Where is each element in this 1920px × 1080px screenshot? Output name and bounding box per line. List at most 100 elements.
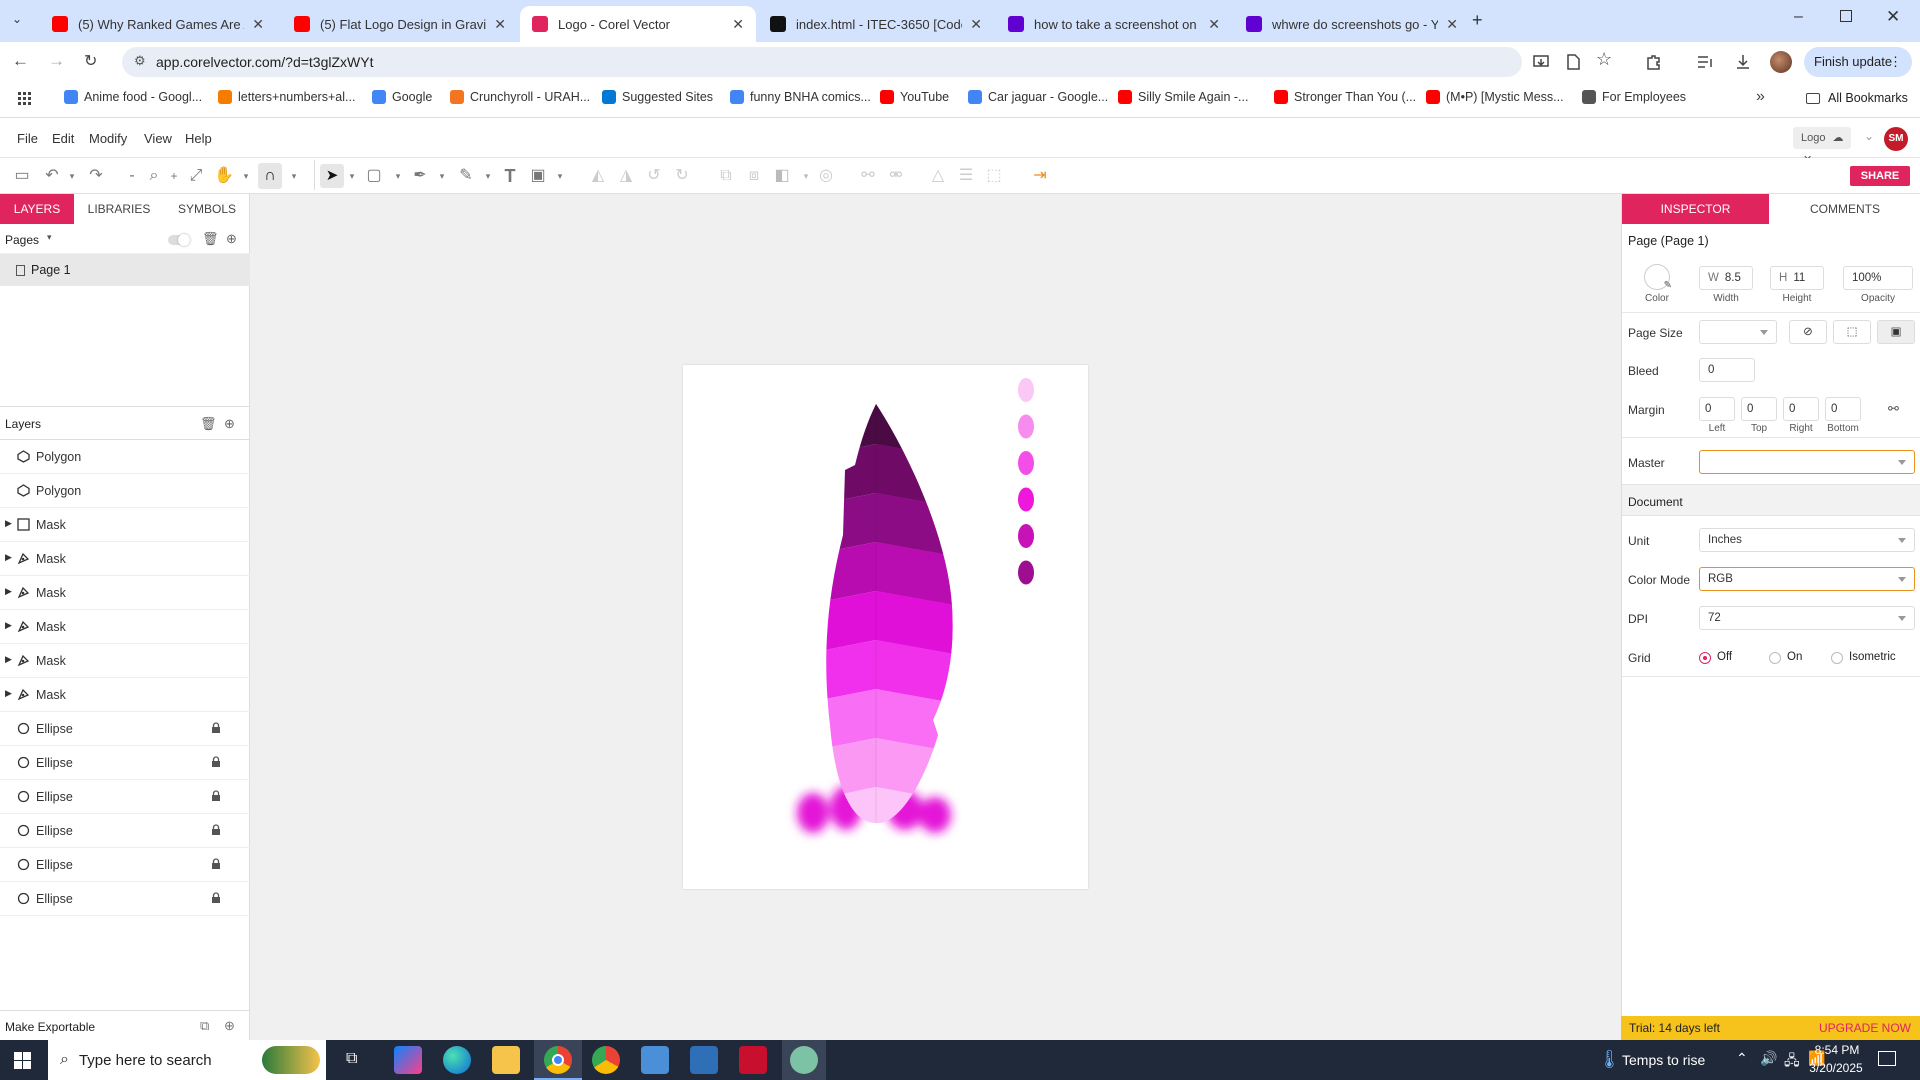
layer-row[interactable]: ▶ Mask (0, 576, 250, 610)
all-bookmarks-button[interactable]: All Bookmarks (1806, 91, 1908, 105)
eyedropper-icon[interactable]: ✎ (1664, 280, 1672, 291)
menu-view[interactable]: View (144, 131, 172, 146)
chrome-canary-icon[interactable] (592, 1046, 620, 1074)
more-menu-icon[interactable]: ⋮ (1889, 47, 1902, 77)
chrome-taskbar-button[interactable] (534, 1040, 582, 1080)
new-tab-icon[interactable]: + (1472, 10, 1483, 31)
rectangle-tool-icon[interactable]: ▢ (364, 166, 384, 186)
app-taskbar-button[interactable] (782, 1040, 826, 1080)
downloads-icon[interactable] (1734, 53, 1752, 71)
close-tab-icon[interactable]: ✕ (970, 16, 982, 33)
zoom-in-icon[interactable]: + (164, 166, 184, 186)
lock-icon[interactable] (210, 824, 222, 836)
zoom-out-icon[interactable]: - (122, 166, 142, 186)
unit-select[interactable]: Inches (1699, 528, 1915, 552)
canvas-area[interactable] (251, 194, 1621, 1040)
finish-update-button[interactable]: Finish update ⋮ (1804, 47, 1912, 77)
clock-time[interactable]: 8:54 PM (1808, 1043, 1866, 1057)
bookmark-item[interactable]: letters+numbers+al... (218, 90, 355, 104)
delete-layer-icon[interactable]: 🗑 (200, 416, 217, 432)
menu-help[interactable]: Help (185, 131, 212, 146)
restore-icon[interactable] (1840, 10, 1852, 22)
browser-tab[interactable]: (5) Flat Logo Design in Gravit D ✕ (282, 6, 518, 42)
image-dropdown-icon[interactable]: ▾ (550, 166, 570, 186)
gradient-dots[interactable] (1018, 378, 1034, 585)
menu-file[interactable]: File (17, 131, 38, 146)
pen-dropdown-icon[interactable]: ▾ (432, 166, 452, 186)
document-name-chip[interactable]: Logo ☁ ✕ (1793, 127, 1851, 166)
add-export-icon[interactable]: ⊕ (224, 1018, 235, 1034)
tab-layers[interactable]: LAYERS (0, 194, 74, 224)
lock-icon[interactable] (210, 892, 222, 904)
back-icon[interactable]: ← (12, 51, 29, 71)
browser-tab[interactable]: whwre do screenshots go - Yah ✕ (1234, 6, 1470, 42)
gradient-dot[interactable] (1018, 378, 1034, 402)
pages-dropdown-icon[interactable]: ▾ (47, 232, 52, 243)
layer-row[interactable]: ▶ Mask (0, 678, 250, 712)
layer-row[interactable]: ▶ Mask (0, 508, 250, 542)
minimize-icon[interactable]: – (1794, 8, 1803, 26)
width-field[interactable]: W 8.5 (1699, 266, 1753, 290)
unlink-icon[interactable]: ⚮ (886, 166, 906, 186)
share-button[interactable]: SHARE (1850, 166, 1910, 186)
bleed-field[interactable]: 0 (1699, 358, 1755, 382)
text-tool-icon[interactable]: T (500, 166, 520, 186)
hand-tool-icon[interactable]: ✋ (214, 166, 234, 186)
close-tab-icon[interactable]: ✕ (732, 16, 744, 33)
notepad-icon[interactable] (641, 1046, 669, 1074)
clock-date[interactable]: 3/20/2025 (1800, 1061, 1872, 1075)
install-app-icon[interactable] (1532, 53, 1550, 71)
artwork[interactable] (683, 365, 1088, 889)
margin-right-field[interactable]: 0 (1783, 397, 1819, 421)
lock-icon[interactable] (210, 790, 222, 802)
file-explorer-icon[interactable] (492, 1046, 520, 1074)
snap-dropdown-icon[interactable]: ▾ (284, 166, 304, 186)
bookmark-item[interactable]: Stronger Than You (... (1274, 90, 1416, 104)
site-info-icon[interactable]: ⚙ (134, 53, 146, 69)
undo-dropdown-icon[interactable]: ▾ (62, 166, 82, 186)
page-save-icon[interactable] (1564, 53, 1582, 71)
bookmark-item[interactable]: Suggested Sites (602, 90, 713, 104)
close-window-icon[interactable]: ✕ (1886, 7, 1900, 27)
bookmark-item[interactable]: YouTube (880, 90, 949, 104)
grid-on-radio[interactable] (1769, 652, 1781, 664)
bookmark-item[interactable]: Anime food - Googl... (64, 90, 202, 104)
margin-bottom-field[interactable]: 0 (1825, 397, 1861, 421)
pages-toggle[interactable] (168, 234, 190, 246)
bookmarks-overflow-icon[interactable]: » (1756, 88, 1765, 106)
boolean-icon[interactable]: ◎ (816, 166, 836, 186)
layer-row[interactable]: Ellipse (0, 882, 250, 916)
gradient-dot[interactable] (1018, 414, 1034, 439)
menu-edit[interactable]: Edit (52, 131, 74, 146)
close-tab-icon[interactable]: ✕ (494, 16, 506, 33)
address-bar[interactable]: ⚙ app.corelvector.com/?d=t3glZxWYt (122, 47, 1522, 77)
pencil-dropdown-icon[interactable]: ▾ (478, 166, 498, 186)
link-icon[interactable]: ⚯ (858, 166, 878, 186)
reload-icon[interactable]: ↻ (84, 51, 97, 71)
browser-tab[interactable]: index.html - ITEC-3650 [Codesp ✕ (758, 6, 994, 42)
layer-row[interactable]: ▶ Mask (0, 542, 250, 576)
volume-icon[interactable]: 🔊 (1760, 1050, 1777, 1067)
grid-isometric-radio[interactable] (1831, 652, 1843, 664)
align-icon[interactable]: ☰ (956, 166, 976, 186)
mask-icon[interactable]: ⬚ (984, 166, 1004, 186)
height-field[interactable]: H 11 (1770, 266, 1824, 290)
grid-off-radio[interactable] (1699, 652, 1711, 664)
layer-row[interactable]: Ellipse (0, 746, 250, 780)
page-fit-icon[interactable]: ▣ (1877, 320, 1915, 344)
undo-icon[interactable]: ↶ (42, 166, 62, 186)
export-icon[interactable]: ⇥ (1030, 166, 1050, 186)
expand-arrow-icon[interactable]: ▶ (5, 552, 12, 563)
layer-row[interactable]: Ellipse (0, 712, 250, 746)
bookmark-star-icon[interactable]: ☆ (1596, 49, 1612, 70)
add-page-icon[interactable]: ⊕ (226, 231, 237, 247)
apps-grid-icon[interactable] (18, 92, 32, 106)
add-layer-icon[interactable]: ⊕ (224, 416, 235, 432)
copilot-icon[interactable] (394, 1046, 422, 1074)
layer-row[interactable]: Ellipse (0, 848, 250, 882)
media-controls-icon[interactable] (1696, 53, 1714, 71)
close-tab-icon[interactable]: ✕ (1208, 16, 1220, 33)
taskbar-search-box[interactable]: ⌕ Type here to search (48, 1040, 326, 1080)
gradient-dot[interactable] (1018, 451, 1034, 475)
bookmark-item[interactable]: Crunchyroll - URAH... (450, 90, 590, 104)
